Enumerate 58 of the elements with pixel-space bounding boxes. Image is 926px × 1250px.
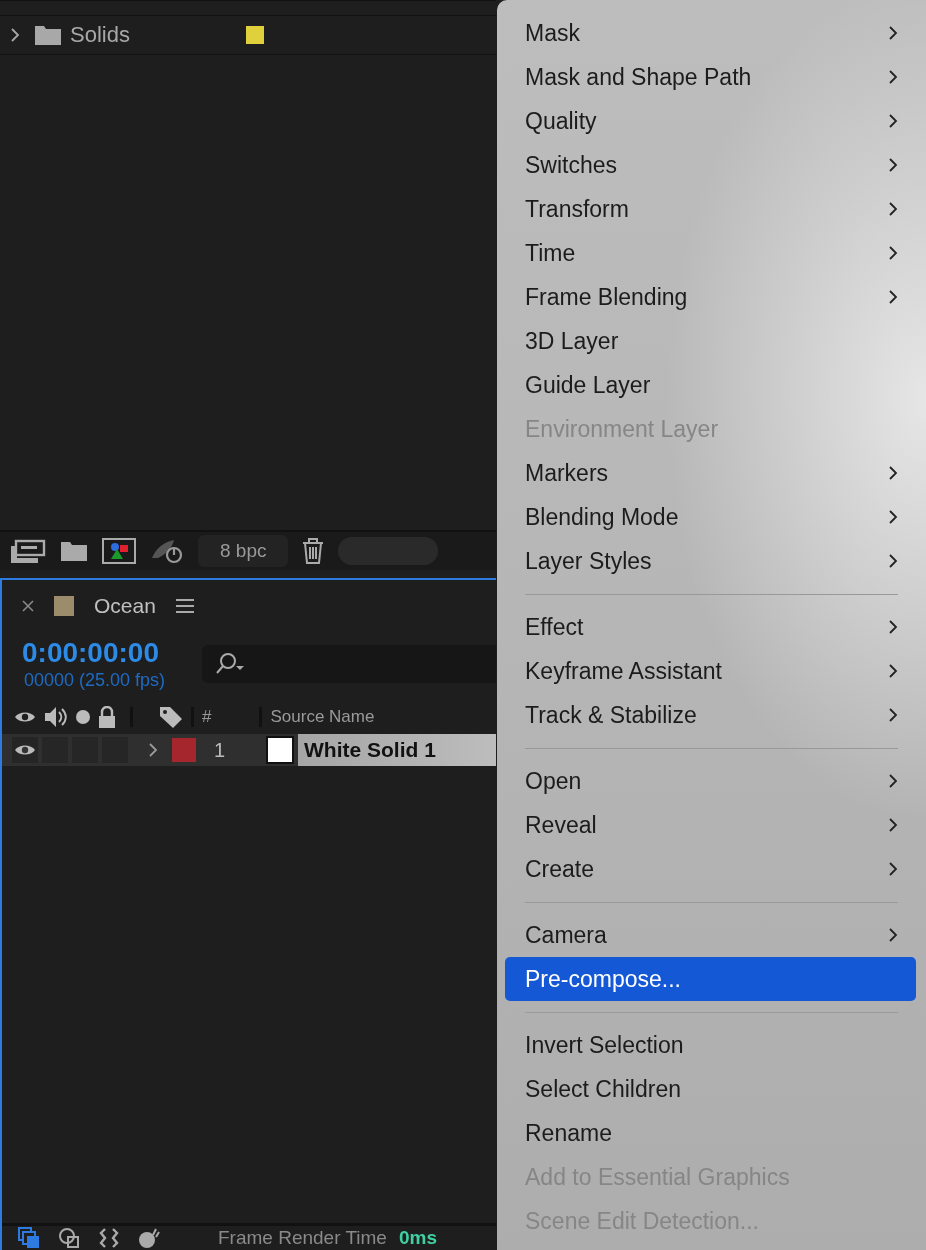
status-value: 0ms xyxy=(398,1227,437,1249)
menu-item[interactable]: Open xyxy=(505,759,916,803)
search-field[interactable] xyxy=(202,645,496,683)
shape-icon[interactable] xyxy=(58,1227,80,1249)
column-header: Source Name xyxy=(270,707,375,727)
solid-thumbnail xyxy=(266,736,294,764)
menu-item[interactable]: Markers xyxy=(505,451,916,495)
bit-depth-button[interactable]: 8 bpc xyxy=(198,535,289,567)
layer-number: 1 xyxy=(214,738,227,762)
lock-icon xyxy=(98,706,116,728)
timecode[interactable]: 0:00:00:00 xyxy=(22,637,202,669)
menu-item[interactable]: Mask xyxy=(505,11,916,55)
menu-item[interactable]: Reveal xyxy=(505,803,916,847)
menu-item[interactable]: Keyframe Assistant xyxy=(505,649,916,693)
trash-icon[interactable] xyxy=(302,538,325,564)
status-label: Frame Render Time xyxy=(218,1227,387,1249)
braces-icon[interactable] xyxy=(98,1227,120,1249)
folder-icon xyxy=(34,24,62,46)
menu-item[interactable]: Pre-compose... xyxy=(505,957,916,1001)
layers-icon[interactable] xyxy=(18,1227,40,1249)
menu-item[interactable]: Create xyxy=(505,847,916,891)
close-icon[interactable] xyxy=(22,600,34,612)
menu-item[interactable]: Invert Selection xyxy=(505,1023,916,1067)
render-queue-icon[interactable] xyxy=(150,538,184,564)
menu-item[interactable]: Frame Blending xyxy=(505,275,916,319)
menu-item[interactable]: Camera xyxy=(505,913,916,957)
eye-icon xyxy=(14,710,36,724)
column-header: # xyxy=(202,707,212,727)
project-item-name[interactable]: Solids xyxy=(70,22,246,48)
menu-item[interactable]: Quality xyxy=(505,99,916,143)
menu-item[interactable]: 3D Layer xyxy=(505,319,916,363)
label-swatch[interactable] xyxy=(172,738,196,762)
label-swatch[interactable] xyxy=(246,26,264,44)
tag-icon xyxy=(159,705,183,729)
solo-dot-icon xyxy=(76,710,90,724)
frame-rate: 00000 (25.00 fps) xyxy=(23,669,167,691)
menu-item[interactable]: Blending Mode xyxy=(505,495,916,539)
menu-item[interactable]: Guide Layer xyxy=(505,363,916,407)
speaker-icon xyxy=(44,706,68,728)
menu-item[interactable]: Mask and Shape Path xyxy=(505,55,916,99)
layer-name[interactable]: White Solid 1 xyxy=(298,734,496,766)
menu-item[interactable]: Select Children xyxy=(505,1067,916,1111)
menu-item[interactable]: Transform xyxy=(505,187,916,231)
menu-item[interactable]: Switches xyxy=(505,143,916,187)
menu-item[interactable]: Layer Styles xyxy=(505,539,916,583)
composition-tab[interactable]: Ocean xyxy=(94,594,156,618)
composition-swatch xyxy=(54,596,74,616)
eye-icon xyxy=(14,743,36,757)
menu-item[interactable]: Effect xyxy=(505,605,916,649)
menu-item[interactable]: Track & Stabilize xyxy=(505,693,916,737)
menu-item[interactable]: Rename xyxy=(505,1111,916,1155)
interpret-footage-icon[interactable] xyxy=(10,538,46,564)
menu-icon[interactable] xyxy=(175,598,194,614)
menu-item[interactable]: Time xyxy=(505,231,916,275)
folder-icon[interactable] xyxy=(60,540,88,562)
motion-blur-icon[interactable] xyxy=(138,1227,160,1249)
new-composition-icon[interactable] xyxy=(102,538,136,564)
visibility-toggle[interactable] xyxy=(12,737,38,763)
